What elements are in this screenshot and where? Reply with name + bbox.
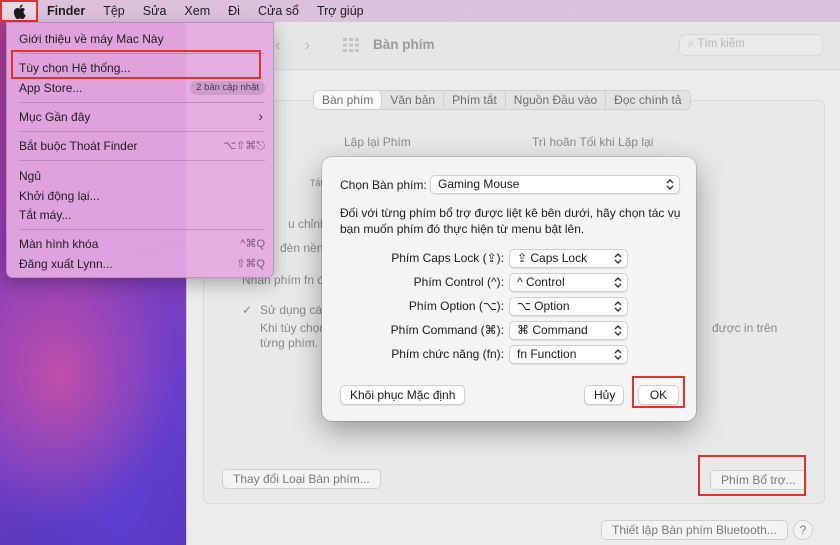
menu-item-lock-screen[interactable]: Màn hình khóa ^⌘Q — [19, 237, 265, 255]
use-fkeys-desc-1: Khi tùy chọn — [260, 321, 327, 335]
modifier-description: Đối với từng phím bổ trợ được liệt kê bê… — [340, 206, 681, 236]
command-value: ⌘ Command — [517, 323, 588, 337]
tab-keyboard[interactable]: Bàn phím — [314, 91, 383, 109]
log-out-shortcut: ⇧⌘Q — [236, 258, 265, 270]
menu-separator — [19, 160, 265, 161]
menu-finder[interactable]: Finder — [38, 4, 94, 18]
updown-chevron-icon — [614, 325, 622, 336]
tab-dictation[interactable]: Đọc chính tả — [606, 91, 689, 109]
menu-separator — [19, 102, 265, 103]
caps-lock-select[interactable]: ⇪ Caps Lock — [509, 249, 628, 268]
menu-window[interactable]: Cửa sổ — [249, 4, 308, 18]
bluetooth-keyboard-setup-button[interactable]: Thiết lập Bàn phím Bluetooth... — [601, 520, 788, 540]
menu-item-app-store[interactable]: App Store... 2 bản cập nhật — [19, 81, 265, 99]
menu-file[interactable]: Tệp — [94, 4, 134, 18]
tab-shortcuts[interactable]: Phím tắt — [444, 91, 506, 109]
apple-menu-dropdown: Giới thiệu về máy Mac Này Tùy chọn Hệ th… — [6, 22, 274, 278]
sleep-label: Ngủ — [19, 169, 42, 183]
menu-edit[interactable]: Sửa — [134, 4, 176, 18]
tab-text[interactable]: Văn bản — [382, 91, 445, 109]
app-store-label: App Store... — [19, 81, 83, 95]
force-quit-label: Bắt buộc Thoát Finder — [19, 139, 138, 153]
restart-label: Khởi động lại... — [19, 189, 100, 203]
menu-separator — [19, 229, 265, 230]
apple-logo-icon — [13, 3, 26, 19]
window-toolbar: ‹ › Bàn phím ⌕ Tìm kiếm — [187, 22, 840, 70]
updown-chevron-icon — [614, 301, 622, 312]
search-field[interactable]: ⌕ Tìm kiếm — [679, 34, 823, 56]
system-preferences-highlight-box — [11, 50, 261, 79]
function-value: fn Function — [517, 347, 577, 361]
updown-chevron-icon — [614, 349, 622, 360]
change-keyboard-type-button[interactable]: Thay đổi Loại Bàn phím... — [222, 469, 381, 489]
menu-item-shutdown[interactable]: Tắt máy... — [19, 208, 265, 226]
select-keyboard-label: Chọn Bàn phím: — [340, 178, 427, 192]
use-fkeys-label: Sử dụng các — [260, 303, 329, 317]
command-label: Phím Command (⌘): — [390, 323, 504, 337]
delay-until-repeat-label: Trì hoãn Tối khi Lặp lại — [532, 135, 654, 149]
lock-screen-shortcut: ^⌘Q — [240, 238, 265, 250]
keyboard-select-value: Gaming Mouse — [438, 177, 520, 191]
keyboard-tab-bar: Bàn phím Văn bản Phím tắt Nguồn Đầu vào … — [313, 90, 691, 110]
modifier-keys-dialog: Chọn Bàn phím: Gaming Mouse Đối với từng… — [322, 157, 696, 421]
caps-lock-label: Phím Caps Lock (⇪): — [391, 251, 504, 265]
about-label: Giới thiệu về máy Mac Này — [19, 32, 164, 46]
recent-items-label: Mục Gần đây — [19, 110, 91, 124]
force-quit-shortcut: ⌥⇧⌘⎋ — [223, 140, 265, 152]
menu-bar: Finder Tệp Sửa Xem Đi Cửa sổ Trợ giúp — [0, 0, 840, 22]
menu-go[interactable]: Đi — [219, 4, 249, 18]
control-value: ^ Control — [517, 275, 565, 289]
window-title: Bàn phím — [373, 37, 435, 52]
function-select[interactable]: fn Function — [509, 345, 628, 364]
log-out-label: Đăng xuất Lynn... — [19, 257, 113, 271]
option-value: ⌥ Option — [517, 299, 570, 313]
keyboard-select[interactable]: Gaming Mouse — [430, 175, 680, 194]
back-forward-icon[interactable]: ‹ › — [275, 37, 320, 55]
updown-chevron-icon — [614, 277, 622, 288]
apple-menu-button[interactable] — [0, 0, 38, 22]
use-fkeys-checkbox[interactable]: ✓ — [242, 303, 254, 317]
control-label: Phím Control (^): — [413, 275, 504, 289]
tab-input-sources[interactable]: Nguồn Đầu vào — [506, 91, 607, 109]
menu-item-restart[interactable]: Khởi động lại... — [19, 189, 265, 207]
chevron-right-icon: › — [258, 108, 263, 124]
updates-badge: 2 bản cập nhật — [190, 81, 265, 95]
caps-lock-value: ⇪ Caps Lock — [517, 251, 588, 265]
menu-item-log-out[interactable]: Đăng xuất Lynn... ⇧⌘Q — [19, 257, 265, 275]
use-fkeys-desc-3: được in trên — [712, 321, 778, 335]
menu-item-about-this-mac[interactable]: Giới thiệu về máy Mac Này — [19, 32, 265, 50]
menu-view[interactable]: Xem — [175, 4, 219, 18]
updown-chevron-icon — [666, 179, 674, 190]
ok-highlight-box — [632, 376, 685, 408]
menu-item-sleep[interactable]: Ngủ — [19, 169, 265, 187]
command-select[interactable]: ⌘ Command — [509, 321, 628, 340]
menu-separator — [19, 131, 265, 132]
control-select[interactable]: ^ Control — [509, 273, 628, 292]
use-fkeys-desc-2: từng phím. — [260, 336, 319, 350]
function-label: Phím chức năng (fn): — [391, 347, 504, 361]
cancel-button[interactable]: Hủy — [584, 385, 624, 405]
backlight-text: đèn nền — [280, 241, 324, 255]
search-placeholder: Tìm kiếm — [697, 38, 745, 50]
help-button[interactable]: ? — [793, 520, 813, 540]
option-select[interactable]: ⌥ Option — [509, 297, 628, 316]
modifier-keys-highlight-box — [698, 455, 806, 496]
menu-item-recent-items[interactable]: Mục Gần đây › — [19, 108, 265, 128]
show-all-grid-icon[interactable] — [343, 38, 359, 52]
updown-chevron-icon — [614, 253, 622, 264]
shutdown-label: Tắt máy... — [19, 208, 72, 222]
key-repeat-label: Lặp lại Phím — [344, 135, 411, 149]
lock-screen-label: Màn hình khóa — [19, 237, 99, 251]
menu-help[interactable]: Trợ giúp — [308, 4, 373, 18]
desktop-wallpaper — [0, 260, 200, 545]
restore-defaults-button[interactable]: Khôi phục Mặc định — [340, 385, 466, 405]
menu-item-force-quit[interactable]: Bắt buộc Thoát Finder ⌥⇧⌘⎋ — [19, 139, 265, 157]
option-label: Phím Option (⌥): — [408, 299, 504, 313]
